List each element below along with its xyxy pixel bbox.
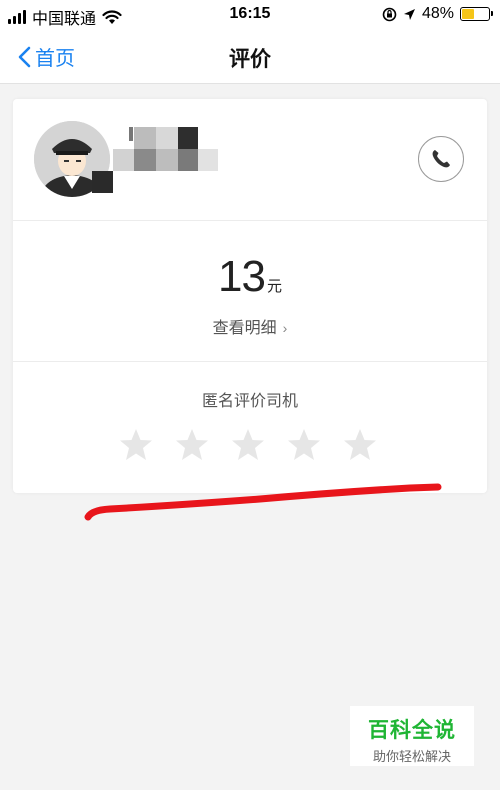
phone-icon (432, 150, 450, 168)
driver-row (13, 99, 487, 221)
chevron-right-icon: › (282, 320, 288, 336)
watermark-brand: 百科全说 (368, 719, 456, 742)
battery-level (462, 9, 475, 19)
evaluation-card: 13 元 查看明细 › 匿名评价司机 (13, 99, 487, 493)
star-icon[interactable] (174, 427, 210, 463)
watermark: 百科全说 助你轻松解决 (350, 706, 474, 766)
star-icon[interactable] (118, 427, 154, 463)
watermark-slogan: 助你轻松解决 (372, 749, 451, 764)
battery-percent: 48% (421, 5, 454, 22)
status-right: 48% (382, 5, 493, 23)
star-rating[interactable] (118, 427, 378, 463)
view-details-link[interactable]: 查看明细 › (13, 314, 487, 338)
star-icon[interactable] (286, 427, 322, 463)
star-icon[interactable] (230, 427, 266, 463)
fare-unit: 元 (266, 278, 282, 295)
navigation-bar: 首页 评价 (0, 30, 500, 84)
driver-name-blurred (79, 127, 218, 193)
fare-section: 13 元 查看明细 › (13, 222, 487, 362)
rotation-lock-icon (382, 7, 397, 21)
rating-section: 匿名评价司机 (13, 363, 487, 493)
battery-icon (460, 7, 493, 21)
fare-display: 13 元 (13, 252, 487, 302)
view-details-label: 查看明细 (212, 320, 277, 337)
page-title: 评价 (229, 48, 271, 71)
star-icon[interactable] (342, 427, 378, 463)
call-driver-button[interactable] (418, 136, 464, 182)
fare-amount: 13 (218, 252, 266, 301)
status-bar: 中国联通 16:15 48% (0, 0, 500, 30)
rating-label: 匿名评价司机 (201, 393, 298, 410)
location-arrow-icon (403, 8, 415, 20)
